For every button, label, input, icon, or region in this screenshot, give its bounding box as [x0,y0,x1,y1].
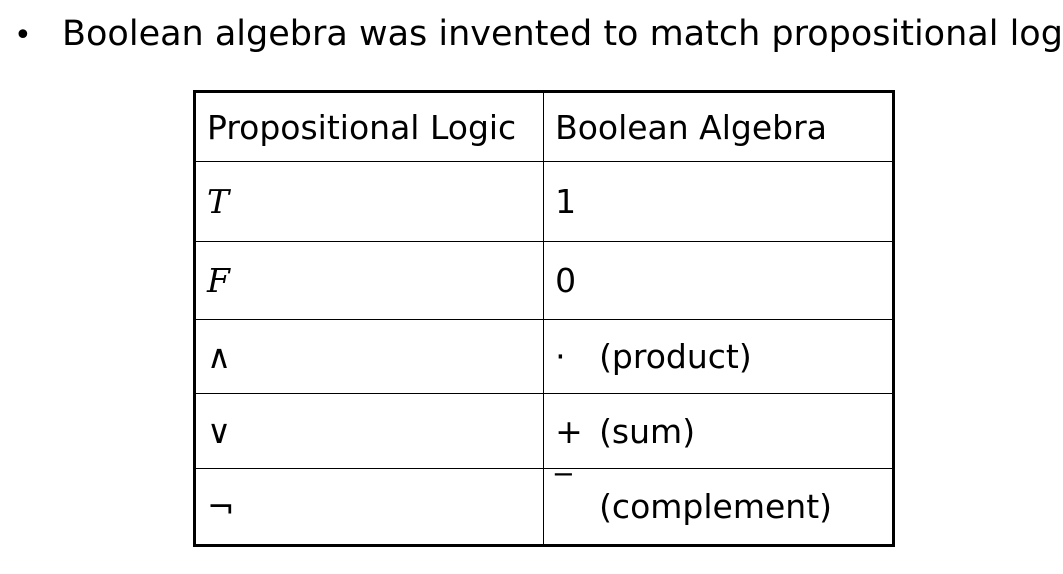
table-row: F 0 [193,241,894,320]
complement-label: (complement) [599,487,833,526]
logic-cell: T [193,161,545,242]
product-label: (product) [599,337,752,376]
not-symbol: ¬ [207,487,235,526]
true-symbol: T [207,182,230,221]
table-row: ∨ + (sum) [193,393,894,469]
overline-symbol: ‾ [555,467,572,506]
plus-symbol: + [555,411,583,451]
logic-boolean-table: Propositional Logic Boolean Algebra T 1 … [193,90,895,547]
logic-cell: ¬ [193,468,545,546]
boolean-cell: + (sum) [543,393,894,469]
false-symbol: F [207,261,230,300]
and-symbol: ∧ [207,337,232,376]
header-boolean-algebra: Boolean Algebra [543,91,894,162]
bullet-icon: • [14,18,32,53]
header-propositional-logic: Propositional Logic [193,91,545,162]
product-dot-symbol: · [555,337,566,376]
boolean-cell: 1 [543,161,894,242]
zero-value: 0 [555,261,577,300]
or-symbol: ∨ [207,411,232,451]
boolean-cell: 0 [543,241,894,320]
logic-cell: F [193,241,545,320]
bullet-text: Boolean algebra was invented to match pr… [62,14,1063,54]
bullet-point: • Boolean algebra was invented to match p… [14,8,1063,62]
table-header-row: Propositional Logic Boolean Algebra [193,91,894,162]
boolean-cell: · (product) [543,319,894,394]
table-row: ¬ ‾ (complement) [193,467,894,546]
one-value: 1 [555,182,577,221]
logic-cell: ∧ [193,319,545,394]
logic-cell: ∨ [193,393,545,469]
table-row: ∧ · (product) [193,319,894,394]
table-row: T 1 [193,161,894,242]
sum-label: (sum) [599,411,696,451]
boolean-cell: ‾ (complement) [543,467,894,546]
